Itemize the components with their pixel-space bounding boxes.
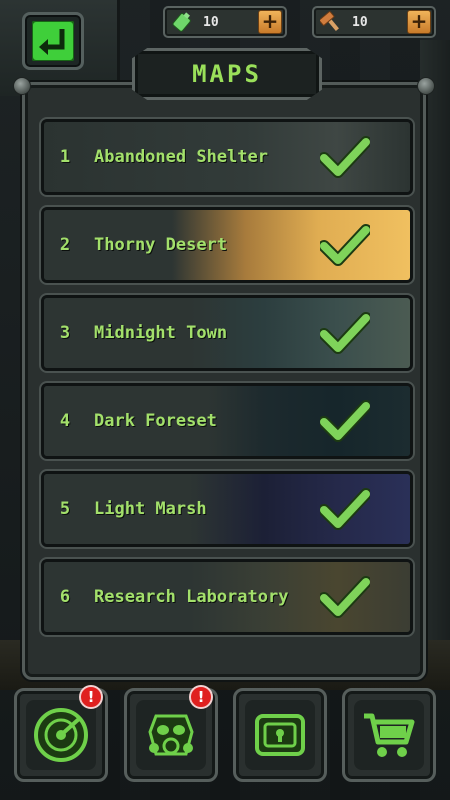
checkmark-icon [320,400,370,442]
checkmark-icon [320,312,370,354]
map-item-thorny-desert[interactable]: 2 Thorny Desert [41,207,413,283]
map-name: Dark Foreset [94,411,217,431]
map-list: 1 Abandoned Shelter 2 Thorny Desert 3 Mi… [41,119,413,647]
checkmark-icon [320,136,370,178]
add-fuel-button[interactable]: + [258,10,282,34]
vault-button[interactable] [233,688,327,782]
map-item-light-marsh[interactable]: 5 Light Marsh [41,471,413,547]
map-number: 4 [59,411,71,431]
map-name: Thorny Desert [94,235,228,255]
maps-panel: 1 Abandoned Shelter 2 Thorny Desert 3 Mi… [13,77,435,680]
map-number: 3 [59,323,71,343]
map-number: 1 [59,147,71,167]
notification-badge: ! [79,685,103,709]
page-title-plate: MAPS [132,48,322,100]
radar-icon [34,708,88,762]
radar-button[interactable]: ! [14,685,108,782]
map-item-midnight-town[interactable]: 3 Midnight Town [41,295,413,371]
map-item-abandoned-shelter[interactable]: 1 Abandoned Shelter [41,119,413,195]
add-material-button[interactable]: + [407,10,431,34]
map-name: Light Marsh [94,499,207,519]
gas-mask-button[interactable]: ! [124,685,218,782]
notification-badge: ! [189,685,213,709]
map-item-research-laboratory[interactable]: 6 Research Laboratory [41,559,413,635]
map-name: Research Laboratory [94,587,289,607]
checkmark-icon [320,224,370,266]
map-number: 6 [59,587,71,607]
checkmark-icon [320,576,370,618]
map-name: Midnight Town [94,323,228,343]
fuel-count: 10 [203,14,219,30]
back-button[interactable] [22,12,84,70]
fuel-resource: 10 + [163,6,287,38]
shop-button[interactable] [342,688,436,782]
panel-bolt [13,77,31,95]
map-number: 2 [59,235,71,255]
map-number: 5 [59,499,71,519]
material-resource: 10 + [312,6,436,38]
shopping-cart-icon [364,713,415,757]
map-item-dark-foreset[interactable]: 4 Dark Foreset [41,383,413,459]
fuel-canister-icon [169,9,195,35]
checkmark-icon [320,488,370,530]
map-name: Abandoned Shelter [94,147,268,167]
gas-mask-icon [148,714,194,756]
panel-bolt [417,77,435,95]
vault-icon [255,714,305,756]
hammer-icon [318,9,344,35]
material-count: 10 [352,14,368,30]
back-arrow-icon [32,21,74,61]
page-title: MAPS [192,60,262,88]
